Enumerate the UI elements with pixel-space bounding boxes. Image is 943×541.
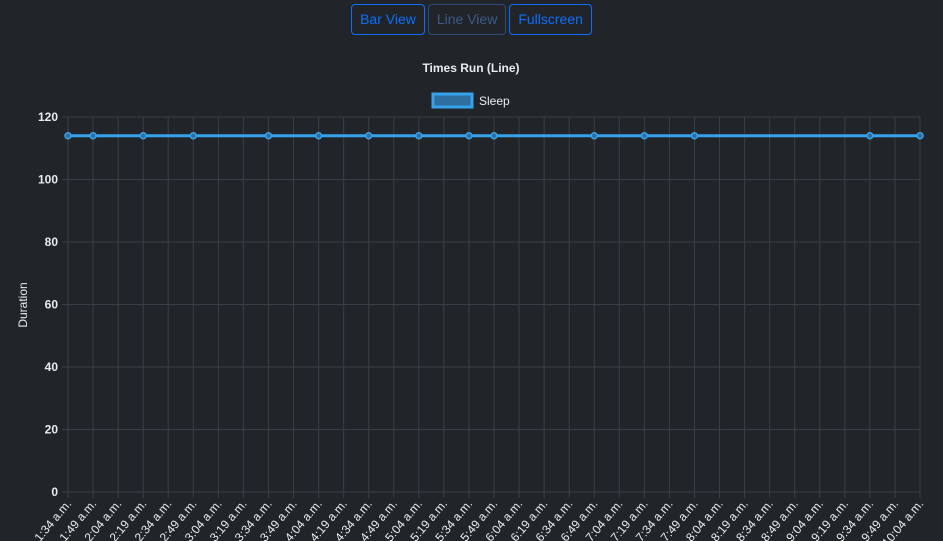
y-tick-label: 80 <box>45 235 59 249</box>
y-axis-label: Duration <box>16 282 30 327</box>
data-point[interactable] <box>640 132 649 140</box>
y-tick-label: 60 <box>45 298 59 312</box>
chart-title: Times Run (Line) <box>422 61 519 75</box>
chart-grid <box>62 116 921 498</box>
y-axis-ticks: 0 20 40 60 80 100 120 <box>38 110 58 499</box>
y-tick-label: 120 <box>38 110 58 124</box>
legend-swatch <box>431 92 474 109</box>
data-point[interactable] <box>64 132 72 140</box>
line-chart: Times Run (Line) Sleep Duration 0 20 40 60 8… <box>16 61 926 541</box>
data-point[interactable] <box>866 132 874 140</box>
data-point[interactable] <box>415 132 423 140</box>
data-point[interactable] <box>189 132 198 140</box>
y-tick-label: 100 <box>38 173 58 187</box>
data-point[interactable] <box>364 132 373 140</box>
y-tick-label: 20 <box>45 423 59 437</box>
data-point[interactable] <box>89 132 97 140</box>
y-tick-label: 40 <box>45 360 59 374</box>
x-axis-ticks: 1:34 a.m.1:49 a.m.2:04 a.m.2:19 a.m.2:34… <box>31 497 926 541</box>
data-point[interactable] <box>490 132 498 140</box>
data-point[interactable] <box>465 132 473 140</box>
legend[interactable]: Sleep <box>431 92 510 109</box>
data-point[interactable] <box>690 132 699 140</box>
data-point[interactable] <box>590 132 598 140</box>
data-point[interactable] <box>139 132 147 140</box>
data-point[interactable] <box>264 132 273 140</box>
legend-label: Sleep <box>479 94 510 108</box>
data-point[interactable] <box>916 132 924 140</box>
data-point[interactable] <box>314 132 323 140</box>
y-tick-label: 0 <box>51 485 58 499</box>
